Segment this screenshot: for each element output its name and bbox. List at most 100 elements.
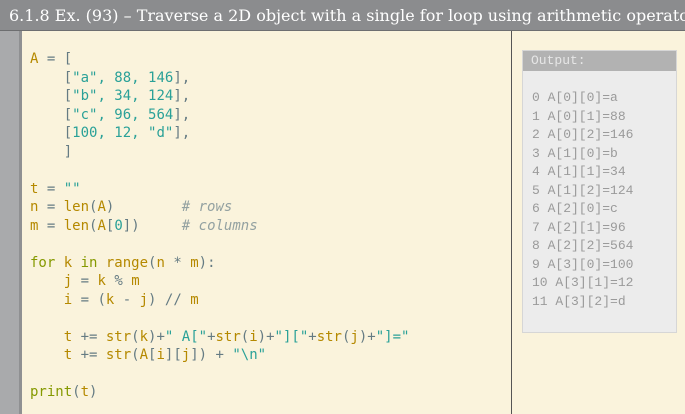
code-token: t [30,347,73,363]
code-token: str [316,328,342,345]
code-token: )+ [257,328,275,345]
code-token: = ( [72,291,106,308]
code-token: [ [30,69,73,86]
output-line: 11 A[3][2]=d [532,293,626,309]
code-editor[interactable]: A = [ ["a", 88, 146], ["b", 34, 124], ["… [22,31,512,414]
code-token: ) // [148,291,191,308]
code-token: range [97,254,149,271]
output-line: 3 A[1][0]=b [532,145,618,161]
code-token: j [139,291,149,308]
code-token: ]) + [190,347,233,363]
code-token: j [181,347,191,363]
code-token: ]) [122,217,140,234]
code-line: ["c", 96, 564], [30,106,409,125]
code-token: "a", 88, 146 [72,69,174,86]
code-token: * [164,254,191,271]
code-token: A [97,217,106,234]
output-line: 2 A[0][2]=146 [532,127,634,142]
code-token: # rows [114,199,233,215]
code-token: str [105,328,132,345]
code-token: len [63,199,90,215]
output-label: Output: [523,51,676,71]
code-token: [ [30,106,73,123]
editor-gutter [0,31,22,414]
code-line: ["a", 88, 146], [30,69,409,88]
code-token: A [97,199,106,215]
code-token: n [156,254,165,271]
code-token: ], [173,69,191,86]
code-token: k [55,254,81,271]
code-token: ( [131,328,140,345]
code-token: str [215,328,241,345]
output-line: 10 A[3][1]=12 [532,275,634,290]
code-line: ] [30,143,409,162]
code-token: = [38,217,64,234]
code-token: t [30,328,73,345]
output-line: 7 A[2][1]=96 [532,219,626,235]
code-line: print(t) [30,383,409,402]
code-lines: A = [ ["a", 88, 146], ["b", 34, 124], ["… [30,50,409,402]
code-line: t += str(k)+" A["+str(i)+"]["+str(j)+"]=… [30,328,410,347]
code-token: + [308,328,317,345]
code-token: " A[" [164,328,208,345]
code-token: "]=" [375,328,410,345]
code-token: % [105,273,132,289]
code-token: t [80,384,90,400]
code-token: A [139,347,149,363]
code-token: + [207,328,216,345]
output-box: Output: 0 A[0][0]=a 1 A[0][1]=88 2 A[0][2]… [522,50,677,333]
code-token: 100, 12, "d" [72,125,174,141]
code-token: ): [198,254,216,271]
code-line: j = k % m [30,272,409,291]
code-line: [100, 12, "d"], [30,124,409,143]
output-line: 9 A[3][0]=100 [532,256,634,272]
code-token: for [30,254,56,271]
output-line: 5 A[1][2]=124 [532,182,634,198]
code-token: ][ [164,347,182,363]
code-token: ( [131,347,140,363]
output-line: 8 A[2][2]=564 [532,238,634,253]
code-token: ], [173,125,191,141]
output-line: 4 A[1][1]=34 [532,164,626,179]
code-line: ["b", 34, 124], [30,87,409,106]
code-token: ) [89,384,98,400]
code-line: t = "" [30,180,409,199]
code-line: i = (k - j) // m [30,291,409,310]
code-token: print [30,384,73,400]
code-token: len [63,217,90,234]
code-token: str [105,347,132,363]
code-line: t += str(A[i][j]) + "\n" [30,346,409,365]
code-token: = [38,199,64,215]
code-token: k [139,328,149,345]
code-token: m [190,254,199,271]
code-token: i [30,291,73,308]
code-token: ] [30,143,73,160]
code-token: j [350,328,359,345]
code-token: m [190,291,199,308]
code-token: m [131,273,140,289]
code-line: m = len(A[0]) # columns [30,217,409,236]
code-token: "" [63,180,81,197]
code-token: # columns [139,217,258,234]
code-token: = [38,180,64,197]
code-line: n = len(A) # rows [30,198,409,217]
code-token: = [72,273,98,289]
code-token: ( [240,328,250,345]
code-token: j [30,273,73,289]
code-token: = [ [38,51,73,67]
code-token: i [156,347,165,363]
code-token: k [97,273,106,289]
code-token: "b", 34, 124 [72,88,174,104]
code-token: += [72,347,106,363]
code-token: in [80,254,98,271]
output-line: 1 A[0][1]=88 [532,108,626,124]
code-token: "c", 96, 564 [72,106,174,123]
code-token: )+ [358,328,376,345]
code-token: ], [173,88,191,104]
code-token: "][" [274,328,309,345]
code-line: A = [ [30,50,409,69]
